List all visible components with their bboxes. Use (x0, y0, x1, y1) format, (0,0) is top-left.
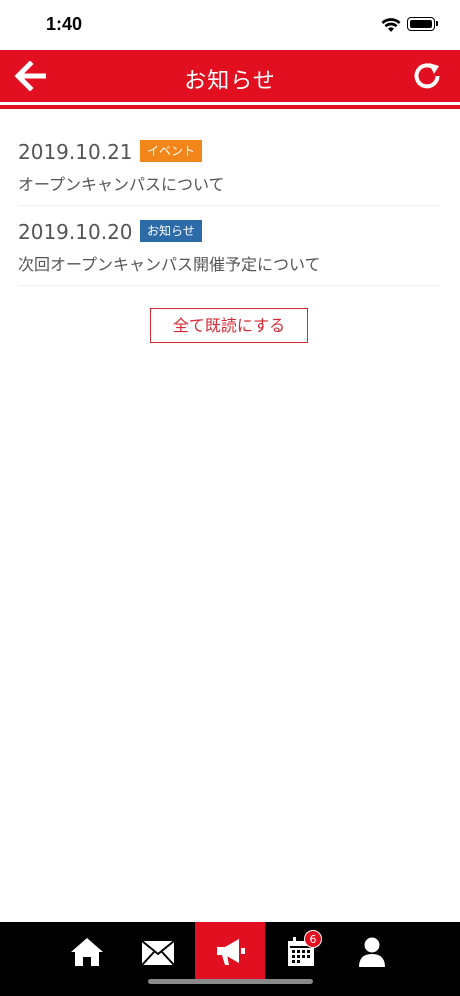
news-date: 2019.10.21 (18, 140, 133, 164)
wifi-icon (381, 18, 401, 32)
notification-badge: 6 (304, 930, 322, 948)
event-tag-badge: イベント (140, 140, 203, 162)
refresh-icon (414, 63, 440, 89)
news-date: 2019.10.20 (18, 220, 133, 244)
mail-icon (141, 940, 175, 966)
tab-calendar[interactable]: 6 (266, 922, 336, 982)
tab-announcements[interactable] (195, 922, 265, 982)
mark-all-read-button[interactable]: 全て既読にする (150, 308, 308, 343)
megaphone-icon (217, 939, 245, 965)
tab-home[interactable] (52, 922, 122, 982)
tab-profile[interactable] (337, 922, 407, 982)
news-list: 2019.10.21 イベント オープンキャンパスについて 2019.10.20… (18, 128, 440, 288)
tab-bar: 6 (0, 922, 460, 996)
news-item[interactable]: 2019.10.20 お知らせ 次回オープンキャンパス開催予定について (18, 208, 440, 286)
news-title: オープンキャンパスについて (18, 175, 225, 194)
refresh-button[interactable] (412, 61, 442, 91)
page-title: お知らせ (184, 69, 276, 94)
news-item[interactable]: 2019.10.21 イベント オープンキャンパスについて (18, 128, 440, 206)
status-bar: 1:40 (0, 0, 460, 50)
status-time: 1:40 (46, 14, 83, 34)
tab-mail[interactable] (123, 922, 193, 982)
header-divider (0, 105, 460, 109)
header-bar: お知らせ (0, 50, 460, 102)
news-title: 次回オープンキャンパス開催予定について (18, 255, 321, 274)
battery-icon (407, 17, 438, 31)
home-indicator (148, 979, 313, 984)
user-icon (359, 937, 385, 967)
home-icon (71, 938, 103, 966)
info-tag-badge: お知らせ (140, 220, 202, 242)
